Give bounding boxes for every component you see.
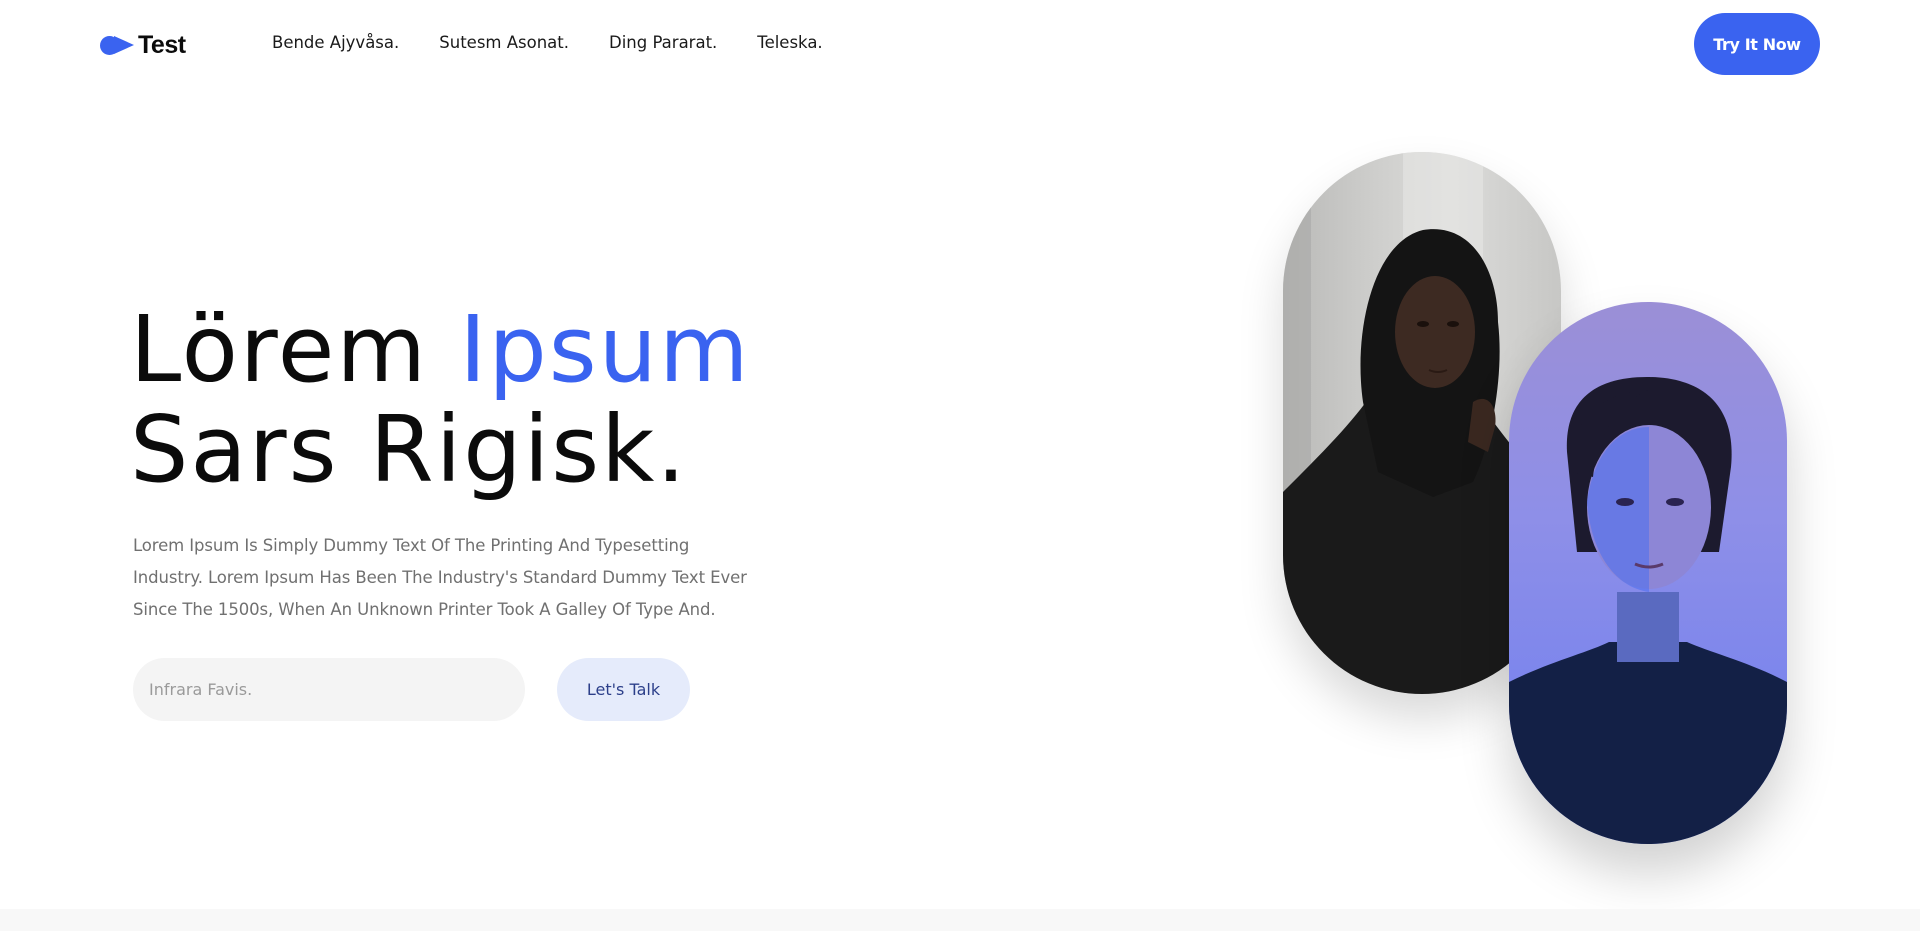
next-section-strip bbox=[0, 909, 1920, 931]
landing-page: Test Bende Ajyvåsa. Sutesm Asonat. Ding … bbox=[0, 0, 1920, 931]
hero-title-line-2: Sars Rigisk. bbox=[130, 396, 688, 503]
hero-title-word-1: Lörem bbox=[130, 296, 428, 403]
portrait-illustration-2 bbox=[1509, 377, 1787, 844]
nav-link-1[interactable]: Bende Ajyvåsa. bbox=[272, 33, 399, 52]
main-nav: Bende Ajyvåsa. Sutesm Asonat. Ding Parar… bbox=[272, 33, 823, 52]
nav-link-3[interactable]: Ding Pararat. bbox=[609, 33, 717, 52]
logo[interactable]: Test bbox=[100, 30, 186, 60]
nav-link-2[interactable]: Sutesm Asonat. bbox=[439, 33, 569, 52]
nav-link-4[interactable]: Teleska. bbox=[757, 33, 822, 52]
lets-talk-button[interactable]: Let's Talk bbox=[557, 658, 690, 721]
site-header: Test Bende Ajyvåsa. Sutesm Asonat. Ding … bbox=[0, 0, 1920, 88]
hero-description: Lorem Ipsum Is Simply Dummy Text Of The … bbox=[133, 536, 747, 619]
portrait-photo-blue-light bbox=[1509, 302, 1787, 844]
hero-title: Lörem Ipsum Sars Rigisk. bbox=[130, 300, 751, 500]
hero-text-input[interactable] bbox=[133, 658, 525, 721]
try-it-now-button[interactable]: Try It Now bbox=[1694, 13, 1820, 75]
hero-title-accent-word: Ipsum bbox=[459, 296, 751, 403]
logo-text: Test bbox=[138, 30, 186, 59]
logo-icon bbox=[100, 34, 136, 56]
